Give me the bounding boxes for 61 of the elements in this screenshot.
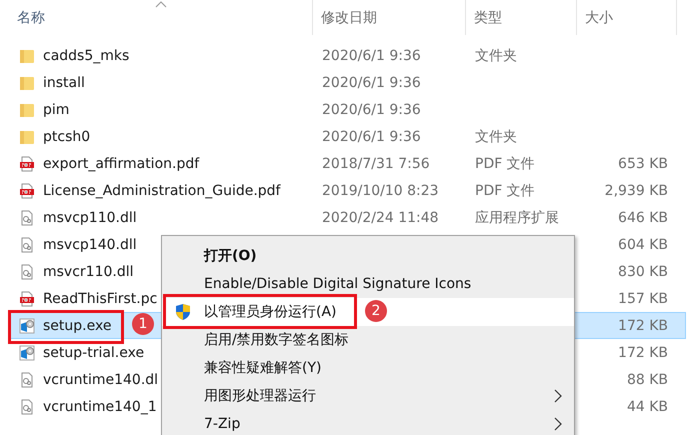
gear-file-icon [19, 264, 35, 280]
menu-item[interactable]: 兼容性疑难解答(Y) [162, 354, 574, 382]
file-name[interactable]: ptcsh0 [43, 128, 90, 144]
size-cell: 653 KB [618, 156, 668, 172]
size-cell: 172 KB [618, 344, 668, 360]
size-cell: 830 KB [618, 264, 668, 280]
size-cell: 88 KB [626, 372, 668, 388]
folder-icon [19, 74, 35, 90]
column-header[interactable]: 类型 [474, 8, 502, 26]
file-name[interactable]: vcruntime140.dl [43, 372, 158, 388]
size-cell: 44 KB [626, 398, 668, 414]
file-name[interactable]: cadds5_mks [43, 48, 130, 64]
column-header[interactable]: 修改日期 [321, 8, 377, 26]
file-name[interactable]: msvcr110.dll [43, 264, 134, 280]
file-name[interactable]: install [43, 74, 85, 90]
date-cell: 2020/6/1 9:36 [322, 102, 421, 118]
file-name[interactable]: setup.exe [43, 318, 112, 334]
folder-icon [19, 128, 35, 144]
date-cell: 2020/2/24 11:48 [322, 210, 439, 226]
pdf-file-icon [19, 182, 35, 198]
gear-file-icon [19, 236, 35, 252]
date-cell: 2020/6/1 9:36 [322, 48, 421, 64]
gear-file-icon [19, 398, 35, 414]
file-name[interactable]: msvcp110.dll [43, 210, 137, 226]
menu-item[interactable]: 7-Zip [162, 410, 574, 435]
file-name[interactable]: msvcp140.dll [43, 236, 137, 252]
pdf-file-icon [19, 290, 35, 306]
file-name[interactable]: License_Administration_Guide.pdf [43, 182, 280, 198]
column-header[interactable]: 名称 [17, 8, 45, 26]
folder-icon [19, 102, 35, 118]
date-cell: 2019/10/10 8:23 [322, 182, 439, 198]
gear-file-icon [19, 372, 35, 388]
gear-file-icon [19, 210, 35, 226]
type-cell: PDF 文件 [475, 156, 535, 172]
column-header[interactable]: 大小 [585, 8, 613, 26]
menu-item[interactable]: 用图形处理器运行 [162, 382, 574, 410]
size-cell: 157 KB [618, 290, 668, 306]
type-cell: 文件夹 [475, 128, 517, 144]
date-cell: 2018/7/31 7:56 [322, 156, 430, 172]
date-cell: 2020/6/1 9:36 [322, 128, 421, 144]
menu-item[interactable]: Enable/Disable Digital Signature Icons [162, 270, 574, 298]
installer-icon [19, 318, 35, 334]
file-name[interactable]: setup-trial.exe [43, 344, 144, 360]
menu-item[interactable]: 启用/禁用数字签名图标 [162, 326, 574, 354]
type-cell: 文件夹 [475, 48, 517, 64]
file-name[interactable]: ReadThisFirst.pc [43, 290, 158, 306]
menu-item[interactable]: 打开(O) [162, 242, 574, 270]
file-name[interactable]: export_affirmation.pdf [43, 156, 200, 172]
size-cell: 2,939 KB [604, 182, 668, 198]
size-cell: 646 KB [618, 210, 668, 226]
pdf-file-icon [19, 156, 35, 172]
shield-icon [175, 303, 191, 321]
size-cell: 604 KB [618, 236, 668, 252]
date-cell: 2020/6/1 9:36 [322, 74, 421, 90]
installer-icon [19, 344, 35, 360]
folder-icon [19, 48, 35, 64]
type-cell: 应用程序扩展 [475, 210, 559, 226]
size-cell: 172 KB [618, 318, 668, 334]
file-name[interactable]: vcruntime140_1 [43, 398, 157, 414]
type-cell: PDF 文件 [475, 182, 535, 198]
file-name[interactable]: pim [43, 102, 70, 118]
